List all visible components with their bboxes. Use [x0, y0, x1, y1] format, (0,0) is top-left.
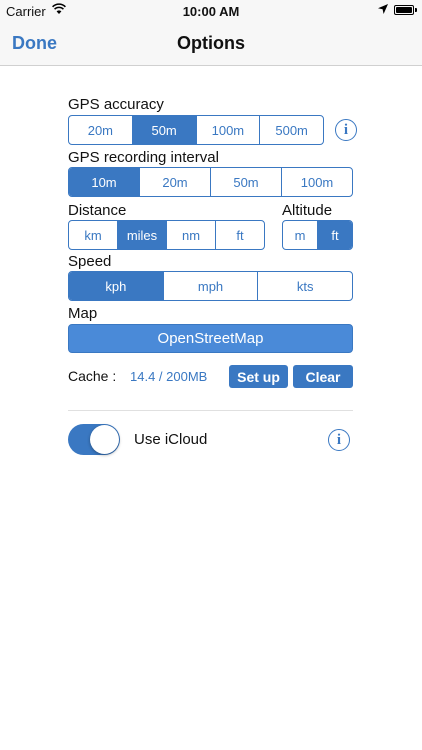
gps-accuracy-label: GPS accuracy: [68, 96, 164, 113]
divider: [68, 410, 353, 411]
distance-option[interactable]: km: [69, 221, 117, 249]
toggle-knob: [90, 425, 119, 454]
icloud-label: Use iCloud: [134, 431, 208, 448]
speed-label: Speed: [68, 253, 112, 270]
altitude-option[interactable]: m: [283, 221, 317, 249]
map-source-button[interactable]: OpenStreetMap: [68, 324, 353, 353]
altitude-option[interactable]: ft: [317, 221, 352, 249]
gps-interval-option[interactable]: 50m: [210, 168, 281, 196]
status-bar: Carrier 10:00 AM: [0, 0, 422, 22]
cache-value: 14.4 / 200MB: [130, 369, 208, 384]
gps-accuracy-info-icon[interactable]: i: [335, 119, 357, 141]
page-title: Options: [177, 33, 245, 53]
navigation-bar: Done Options: [0, 22, 422, 66]
gps-interval-option[interactable]: 100m: [281, 168, 352, 196]
gps-accuracy-option[interactable]: 500m: [259, 116, 323, 144]
altitude-segmented-control: m ft: [282, 220, 353, 250]
gps-accuracy-option[interactable]: 100m: [195, 116, 260, 144]
icloud-toggle[interactable]: [68, 424, 120, 455]
speed-option[interactable]: kts: [257, 272, 352, 300]
icloud-info-icon[interactable]: i: [328, 429, 350, 451]
cache-label: Cache :: [68, 368, 117, 384]
cache-clear-button[interactable]: Clear: [293, 365, 353, 388]
speed-segmented-control: kph mph kts: [68, 271, 353, 301]
gps-accuracy-option[interactable]: 20m: [69, 116, 132, 144]
distance-option[interactable]: ft: [215, 221, 264, 249]
gps-interval-option[interactable]: 10m: [69, 168, 139, 196]
gps-interval-label: GPS recording interval: [68, 149, 219, 166]
map-label: Map: [68, 305, 98, 322]
cache-setup-button[interactable]: Set up: [229, 365, 288, 388]
gps-interval-option[interactable]: 20m: [139, 168, 210, 196]
speed-option[interactable]: kph: [69, 272, 163, 300]
altitude-label: Altitude: [282, 202, 333, 219]
location-arrow-icon: [378, 4, 388, 14]
distance-option[interactable]: nm: [166, 221, 215, 249]
distance-segmented-control: km miles nm ft: [68, 220, 265, 250]
battery-icon: [394, 5, 417, 15]
status-time: 10:00 AM: [182, 4, 240, 19]
gps-accuracy-segmented-control: 20m 50m 100m 500m: [68, 115, 324, 145]
distance-option[interactable]: miles: [117, 221, 166, 249]
gps-accuracy-option[interactable]: 50m: [131, 116, 196, 144]
distance-label: Distance: [68, 202, 127, 219]
gps-interval-segmented-control: 10m 20m 50m 100m: [68, 167, 353, 197]
speed-option[interactable]: mph: [162, 272, 258, 300]
